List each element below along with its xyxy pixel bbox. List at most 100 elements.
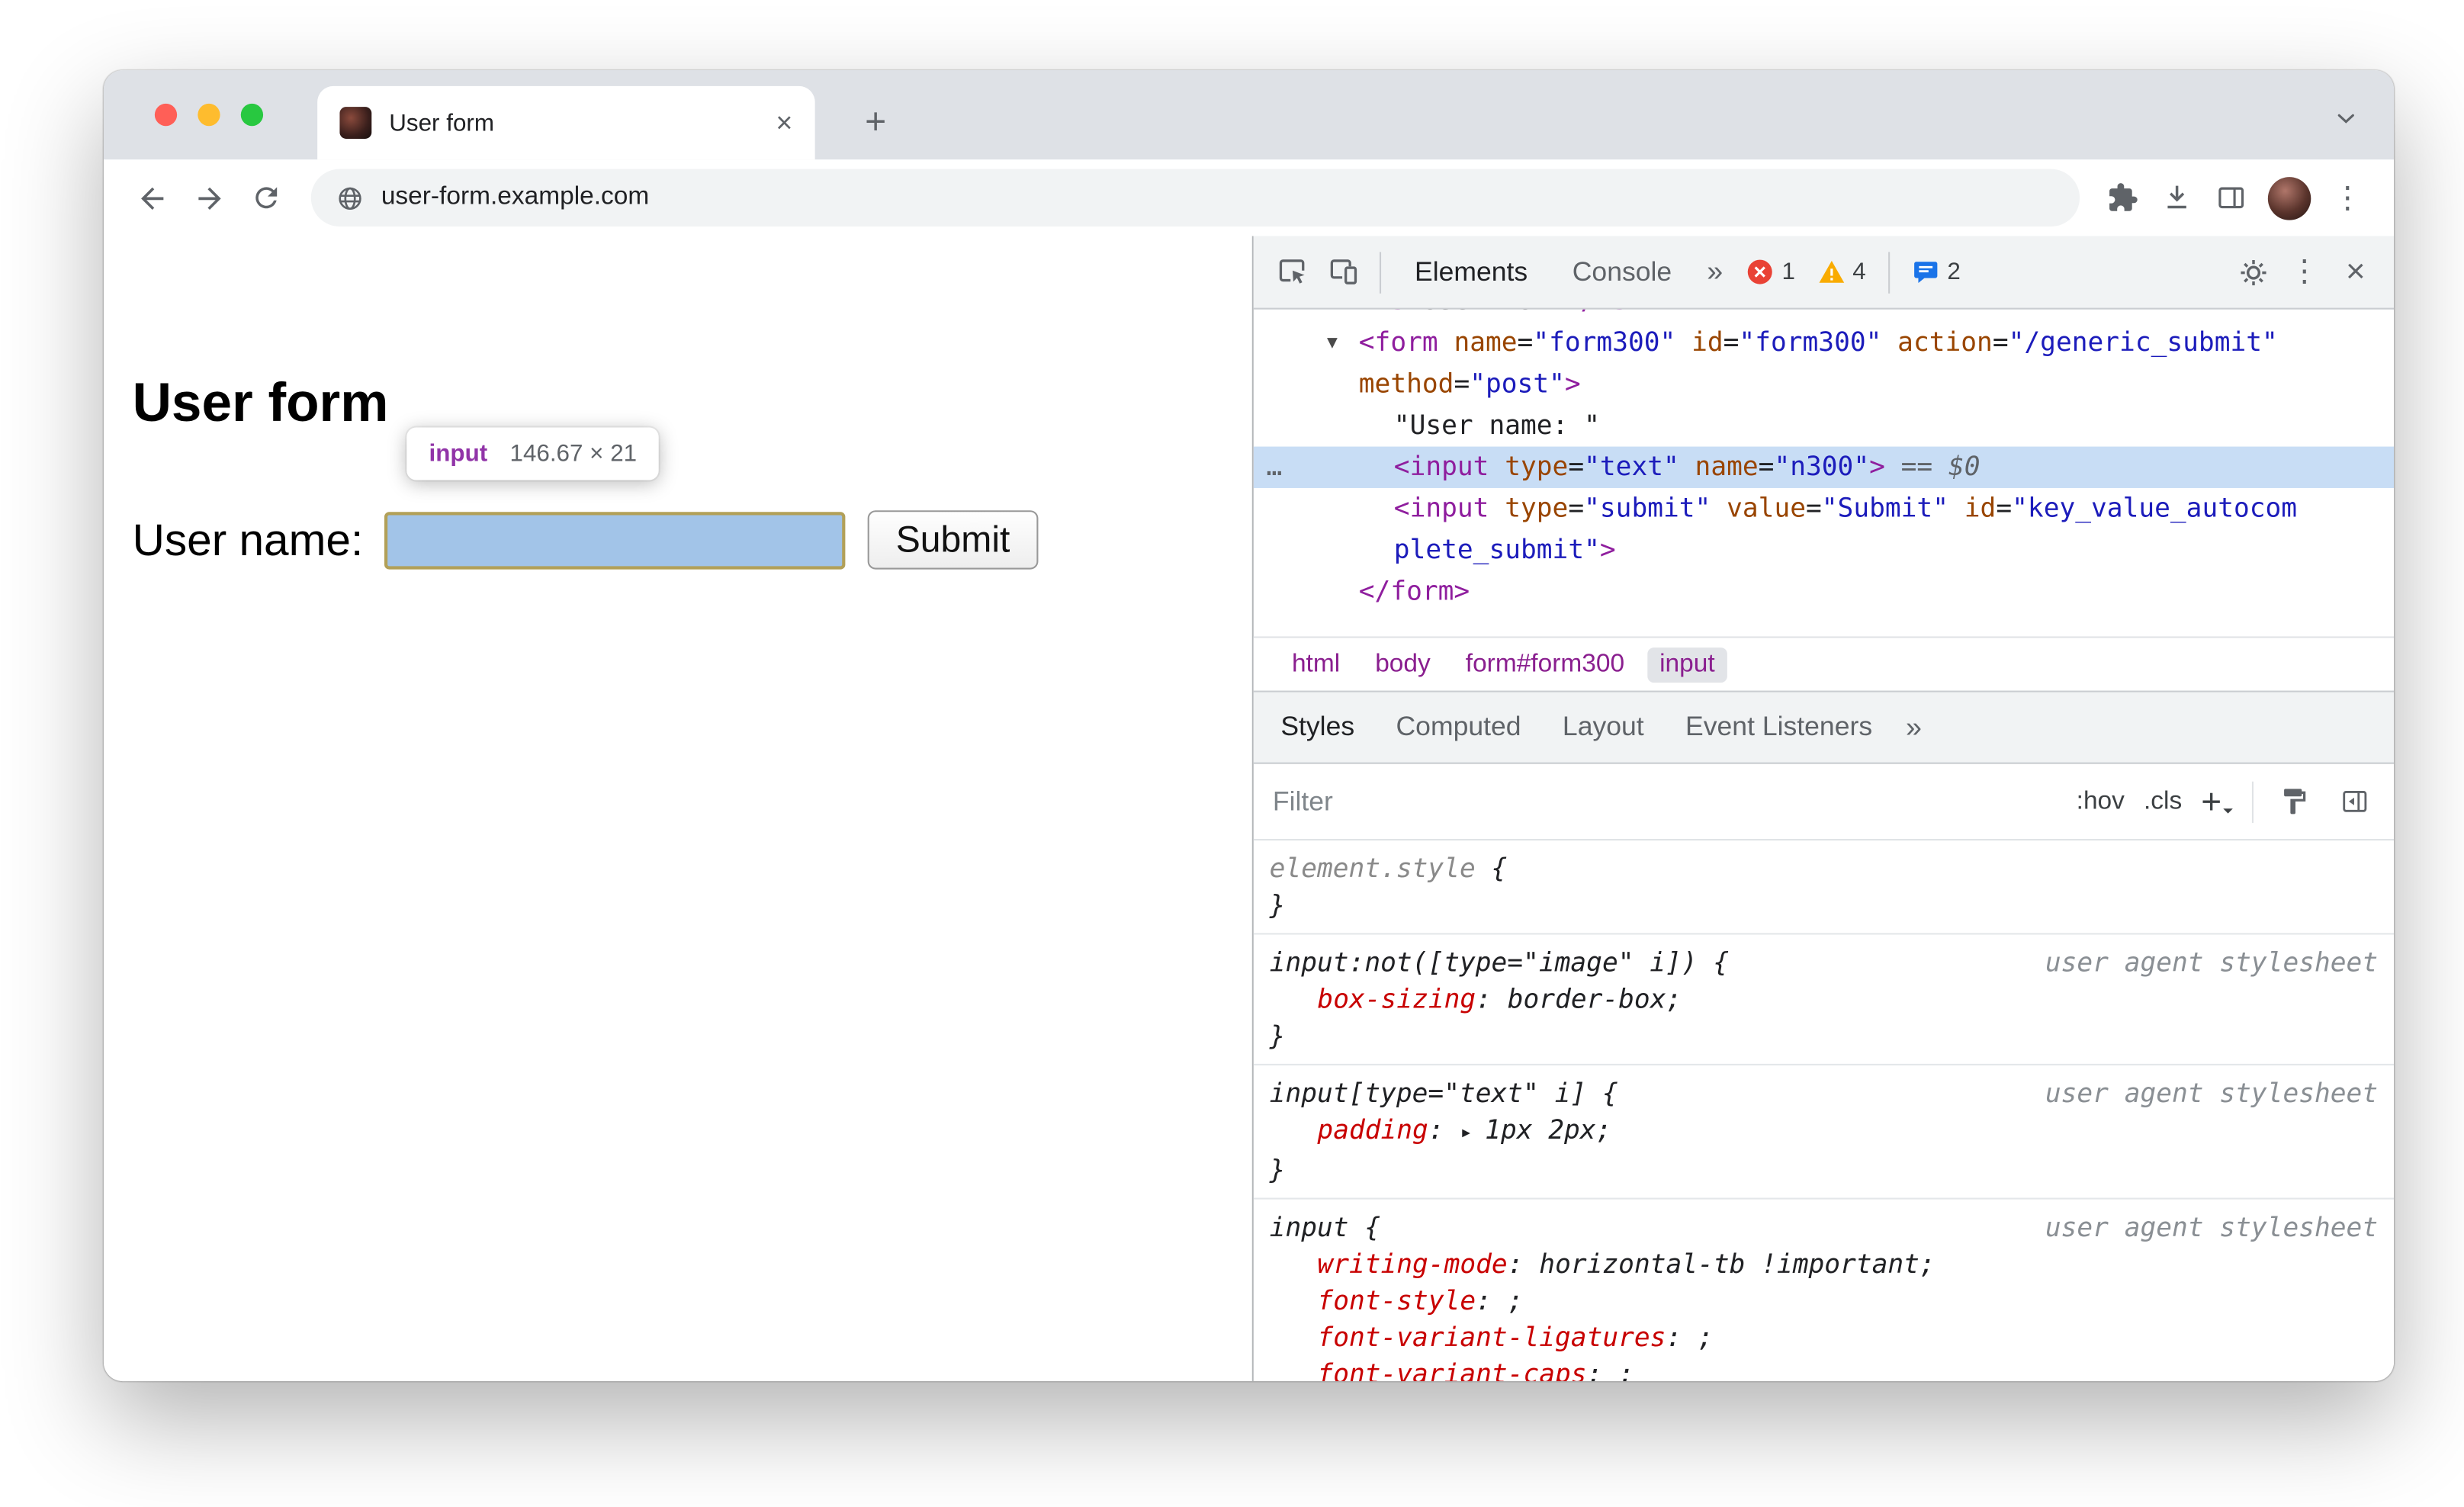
close-window-button[interactable] [154,103,178,127]
breadcrumb-item[interactable]: html [1279,647,1353,682]
dom-tree-line[interactable]: ▼ <form name="form300" id="form300" actio… [1254,322,2394,363]
rule-selector[interactable]: element.style { [1270,850,2378,887]
minimize-window-button[interactable] [198,103,220,127]
dom-tree-line[interactable]: … <input type="text" name="n300"> == $0 [1253,446,2395,488]
sidebar-tab-computed[interactable]: Computed [1375,692,1541,763]
dom-tree-line[interactable]: "User name: " [1254,405,2394,446]
css-property[interactable]: font-variant-ligatures: ; [1270,1319,2378,1356]
dom-tree-line[interactable]: <h3>User form</h3> [1254,310,2394,323]
reload-button[interactable] [238,169,295,227]
style-rule: input { user agent stylesheet writing-mode… [1254,1200,2394,1381]
more-sidebar-tabs-icon[interactable]: » [1893,711,1934,744]
side-panel-icon[interactable] [2204,169,2258,227]
inspect-tooltip-tag: input [429,440,488,468]
chevron-down-icon[interactable] [2330,102,2362,134]
disclosure-arrow-icon[interactable]: ▼ [1327,322,1359,363]
css-property[interactable]: padding: ▸ 1px 2px; [1270,1112,2378,1152]
toggle-class-button[interactable]: .cls [2144,787,2182,816]
dom-tree-line[interactable]: <input type="submit" value="Submit" id="… [1254,488,2394,529]
devtools-close-icon[interactable]: × [2330,246,2381,297]
console-errors-badge[interactable]: 1 [1736,258,1807,286]
toggle-hover-state-button[interactable]: :hov [2077,787,2125,816]
page-content: User form input 146.67 × 21 User name: S… [103,236,1252,1382]
styles-filter-input[interactable] [1272,785,2058,818]
username-label: User name: [132,514,364,564]
breadcrumb-item[interactable]: body [1362,647,1443,682]
sidebar-tab-event-listeners[interactable]: Event Listeners [1665,692,1893,763]
devtools-tab-elements[interactable]: Elements [1393,236,1550,308]
error-count: 1 [1781,258,1795,286]
more-panels-icon[interactable]: » [1694,255,1735,289]
downloads-icon[interactable] [2150,169,2204,227]
breadcrumb: html body form#form300 input [1253,636,2395,691]
sidebar-tab-layout[interactable]: Layout [1542,692,1665,763]
styles-pane: element.style {} input:not([type="image" … [1253,840,2395,1381]
devtools-tab-console[interactable]: Console [1550,236,1694,308]
expand-value-icon[interactable]: ▸ [1460,1121,1485,1145]
breadcrumb-item[interactable]: input [1646,647,1728,683]
window-content: User form input 146.67 × 21 User name: S… [103,236,2395,1382]
css-property[interactable]: box-sizing: border-box; [1270,981,2378,1017]
inspect-tooltip: input 146.67 × 21 [406,427,660,480]
issue-count: 2 [1947,258,1961,286]
rule-close-brace: } [1269,1155,1286,1185]
css-property[interactable]: font-style: ; [1270,1282,2378,1319]
device-toolbar-icon[interactable] [1317,246,1368,297]
rule-selector[interactable]: input[type="text" i] { [1270,1075,2026,1112]
forward-button[interactable] [180,169,237,227]
user-form: User name: Submit [132,510,1039,570]
rule-selector[interactable]: input:not([type="image" i]) { [1270,944,2026,981]
new-tab-button[interactable]: + [846,92,904,149]
page-title: User form [132,373,389,434]
stylesheet-origin: user agent stylesheet [2045,947,2379,978]
inspect-element-icon[interactable] [1266,246,1317,297]
dom-tree-line[interactable]: method="post"> [1254,364,2394,405]
profile-avatar[interactable] [2267,176,2311,220]
breadcrumb-item[interactable]: form#form300 [1453,647,1637,682]
globe-icon [336,185,364,212]
stylesheet-origin: user agent stylesheet [2045,1212,2379,1243]
console-warnings-badge[interactable]: 4 [1807,258,1878,286]
dom-tree: <h3>User form</h3>▼<form name="form300" … [1253,310,2395,637]
styles-sidebar-tabs: Styles Computed Layout Event Listeners [1260,692,1893,763]
toggle-computed-sidebar-icon[interactable] [2334,781,2375,822]
devtools-panel-tabs: Elements Console [1393,236,1695,308]
css-property[interactable]: font-variant-caps: ; [1270,1356,2378,1381]
rule-close-brace: } [1269,889,1286,921]
rendering-emulation-icon[interactable] [2273,781,2314,822]
back-button[interactable] [123,169,180,227]
browser-tab[interactable]: User form × [317,85,815,160]
browser-toolbar: user-form.example.com ⋮ [103,159,2395,236]
stylesheet-origin: user agent stylesheet [2045,1078,2379,1109]
toolbar-divider [1888,251,1891,293]
extensions-icon[interactable] [2096,169,2150,227]
tab-strip: User form × + [103,70,2395,160]
devtools-toolbar: Elements Console » 1 4 2 ⋮ × [1253,236,2395,310]
dom-tree-line[interactable]: </form> [1254,571,2394,612]
devtools-settings-gear-icon[interactable] [2228,246,2279,297]
devtools-menu-kebab-icon[interactable]: ⋮ [2279,246,2330,297]
browser-window: User form × + user-form.example.com ⋮ Us… [103,70,2395,1382]
submit-button[interactable]: Submit [867,510,1039,570]
warning-count: 4 [1852,258,1866,286]
new-style-rule-button[interactable]: + [2201,783,2233,819]
css-property[interactable]: writing-mode: horizontal-tb !important; [1270,1245,2378,1282]
toolbar-divider [2251,780,2254,823]
more-actions-icon[interactable]: … [1266,447,1282,488]
style-rule: input[type="text" i] { user agent stylesh… [1253,1065,2395,1200]
fullscreen-window-button[interactable] [240,103,264,127]
screenshot-root: User form × + user-form.example.com ⋮ Us… [0,0,2464,1507]
tab-favicon [339,107,372,139]
browser-menu-kebab-icon[interactable]: ⋮ [2321,169,2375,227]
rule-selector[interactable]: input { [1270,1209,2026,1245]
styles-sidebar-tabs-bar: Styles Computed Layout Event Listeners » [1253,690,2395,764]
username-input[interactable] [384,511,845,569]
tab-close-icon[interactable]: × [776,108,792,137]
toolbar-divider [1379,251,1382,293]
sidebar-tab-styles[interactable]: Styles [1260,692,1375,763]
issues-badge[interactable]: 2 [1901,258,1972,286]
url-text: user-form.example.com [381,183,650,211]
style-rule: element.style {} [1253,840,2395,935]
dom-tree-line[interactable]: plete_submit"> [1254,529,2394,570]
address-bar[interactable]: user-form.example.com [310,169,2080,227]
